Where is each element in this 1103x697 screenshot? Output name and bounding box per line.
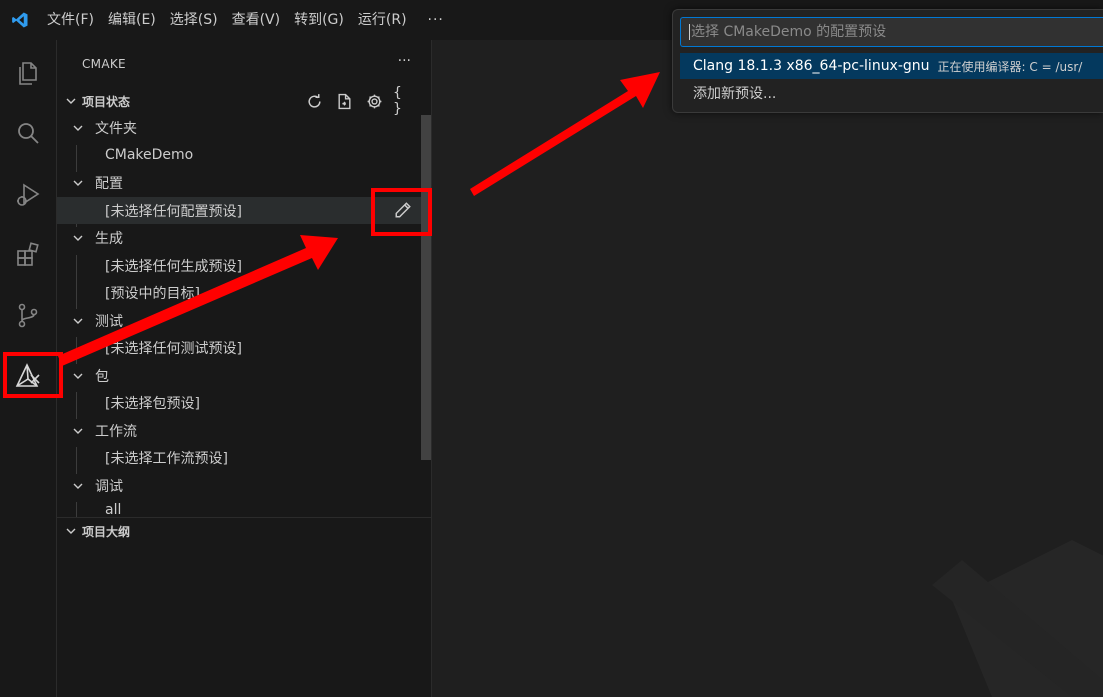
extensions-icon[interactable]: [0, 225, 56, 285]
files-icon[interactable]: [0, 43, 56, 103]
tree-item-workflow-preset[interactable]: [未选择工作流预设]: [57, 444, 421, 471]
menu-edit[interactable]: 编辑(E): [101, 0, 163, 40]
run-debug-icon[interactable]: [0, 165, 56, 225]
chevron-down-icon: [69, 177, 87, 189]
tree-item-label: [预设中的目标]: [105, 285, 200, 302]
menu-file[interactable]: 文件(F): [40, 0, 101, 40]
chevron-down-icon: [69, 370, 87, 382]
tree-group-debug[interactable]: 调试: [57, 472, 421, 499]
tree-item-configure-preset[interactable]: [未选择任何配置预设]: [57, 197, 421, 224]
quick-pick-item-add-preset[interactable]: 添加新预设...: [680, 80, 1103, 106]
project-outline-header[interactable]: 项目大纲: [57, 520, 431, 542]
quick-pick-item-label: Clang 18.1.3 x86_64-pc-linux-gnu: [693, 58, 930, 74]
chevron-down-icon: [69, 232, 87, 244]
menu-go[interactable]: 转到(G): [287, 0, 351, 40]
chevron-down-icon: [69, 425, 87, 437]
tree-group-label: 配置: [95, 175, 123, 192]
annotation-box-cmake-icon: [3, 352, 63, 398]
gear-icon[interactable]: [363, 90, 385, 112]
chevron-down-icon: [69, 480, 87, 492]
project-outline-title: 项目大纲: [82, 524, 131, 539]
chevron-down-icon: [60, 95, 82, 107]
tree-item-label: [未选择包预设]: [105, 395, 200, 412]
open-file-icon[interactable]: [333, 90, 355, 112]
tree-item-label: [未选择工作流预设]: [105, 450, 228, 467]
tree-item-folder-cmakedemo[interactable]: CMakeDemo: [57, 141, 421, 168]
quick-pick-item-clang[interactable]: Clang 18.1.3 x86_64-pc-linux-gnu 正在使用编译器…: [680, 53, 1103, 79]
configure-preset-quick-pick: 选择 CMakeDemo 的配置预设 Clang 18.1.3 x86_64-p…: [672, 9, 1103, 113]
vscode-watermark-icon: [932, 540, 1103, 697]
quick-pick-item-label: 添加新预设...: [693, 86, 777, 102]
tree-item-label: [未选择任何测试预设]: [105, 340, 242, 357]
chevron-down-icon: [60, 525, 82, 537]
tree-group-workflow[interactable]: 工作流: [57, 417, 421, 444]
tree-group-label: 工作流: [95, 423, 137, 440]
tree-item-label: [未选择任何配置预设]: [105, 203, 242, 220]
menu-run[interactable]: 运行(R): [351, 0, 414, 40]
chevron-down-icon: [69, 122, 87, 134]
cmake-sidebar: CMAKE ··· 项目状态 { } 文件夹 CMakeDemo 配置 [未选择…: [57, 40, 432, 697]
tree-item-package-preset[interactable]: [未选择包预设]: [57, 389, 421, 416]
tree-group-folder[interactable]: 文件夹: [57, 114, 421, 141]
tree-item-debug-target[interactable]: all: [57, 499, 421, 517]
editor-area: [432, 40, 1103, 697]
section-divider: [57, 517, 432, 518]
tree-item-label: all: [105, 502, 122, 517]
tree-group-label: 包: [95, 368, 109, 385]
menu-more-icon[interactable]: ···: [414, 12, 458, 28]
tree-group-package[interactable]: 包: [57, 362, 421, 389]
tree-group-label: 调试: [95, 478, 123, 495]
tree-group-test[interactable]: 测试: [57, 307, 421, 334]
source-control-icon[interactable]: [0, 285, 56, 345]
menu-view[interactable]: 查看(V): [225, 0, 288, 40]
search-icon[interactable]: [0, 103, 56, 163]
sidebar-title: CMAKE: [82, 57, 126, 71]
text-cursor: [689, 24, 690, 40]
refresh-icon[interactable]: [303, 90, 325, 112]
sidebar-more-icon[interactable]: ···: [398, 53, 411, 69]
tree-group-label: 文件夹: [95, 120, 137, 137]
tree-group-configure[interactable]: 配置: [57, 169, 421, 196]
json-braces-icon[interactable]: { }: [393, 85, 415, 117]
menu-selection[interactable]: 选择(S): [163, 0, 225, 40]
tree-item-label: CMakeDemo: [105, 146, 194, 163]
tree-item-label: [未选择任何生成预设]: [105, 258, 242, 275]
tree-item-test-preset[interactable]: [未选择任何测试预设]: [57, 334, 421, 361]
tree-item-build-target[interactable]: [预设中的目标]: [57, 279, 421, 306]
project-status-title: 项目状态: [82, 94, 131, 109]
project-status-actions: { }: [303, 85, 415, 117]
vscode-logo-icon: [0, 0, 40, 40]
chevron-down-icon: [69, 315, 87, 327]
quick-pick-placeholder: 选择 CMakeDemo 的配置预设: [691, 24, 887, 40]
quick-pick-input[interactable]: 选择 CMakeDemo 的配置预设: [680, 17, 1103, 47]
project-status-header[interactable]: 项目状态 { }: [57, 85, 431, 117]
tree-group-build[interactable]: 生成: [57, 224, 421, 251]
menu-bar: 文件(F) 编辑(E) 选择(S) 查看(V) 转到(G) 运行(R) ···: [40, 0, 458, 40]
tree-group-label: 生成: [95, 230, 123, 247]
tree-group-label: 测试: [95, 313, 123, 330]
tree-item-build-preset[interactable]: [未选择任何生成预设]: [57, 252, 421, 279]
annotation-box-edit-icon: [371, 188, 432, 236]
sidebar-scrollbar[interactable]: [421, 115, 431, 460]
quick-pick-item-description: 正在使用编译器: C = /usr/: [937, 59, 1083, 74]
